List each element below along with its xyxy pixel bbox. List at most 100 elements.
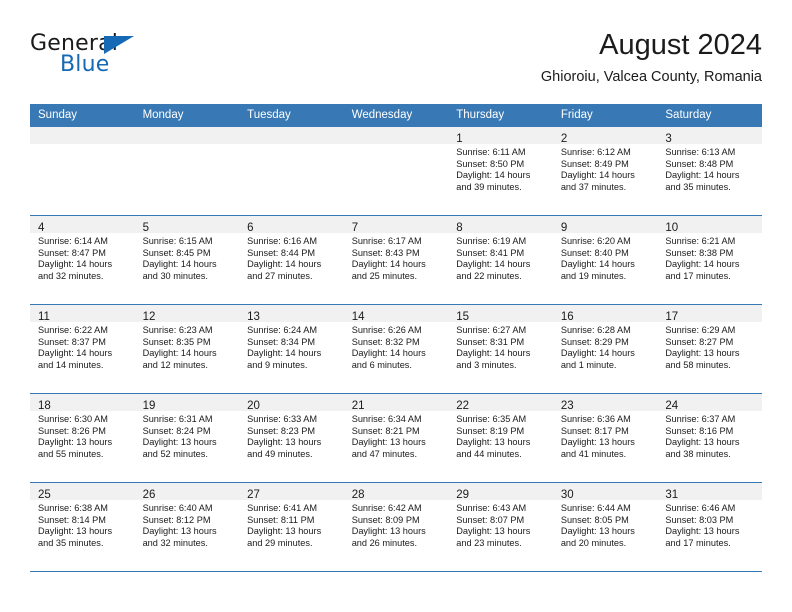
day-details: Sunrise: 6:19 AM Sunset: 8:41 PM Daylight:…: [448, 233, 553, 282]
day-number: 22: [456, 400, 470, 412]
daylight-text: Daylight: 13 hours and 49 minutes.: [247, 437, 322, 459]
calendar-day-cell[interactable]: 22 Sunrise: 6:35 AM Sunset: 8:19 PM Dayligh…: [448, 393, 553, 483]
calendar-day-cell[interactable]: 29 Sunrise: 6:43 AM Sunset: 8:07 PM Dayligh…: [448, 482, 553, 572]
calendar-week-row: 18 Sunrise: 6:30 AM Sunset: 8:26 PM Dayligh…: [30, 393, 762, 483]
calendar-day-cell[interactable]: 12 Sunrise: 6:23 AM Sunset: 8:35 PM Dayligh…: [134, 304, 240, 394]
sunset-text: Sunset: 8:45 PM: [142, 247, 211, 258]
sunset-text: Sunset: 8:48 PM: [665, 158, 734, 169]
day-number-band: 17: [657, 305, 762, 323]
day-cell-inner: 28 Sunrise: 6:42 AM Sunset: 8:09 PM Dayligh…: [343, 483, 449, 571]
day-details: Sunrise: 6:38 AM Sunset: 8:14 PM Daylight:…: [30, 500, 135, 549]
daylight-text: Daylight: 14 hours and 19 minutes.: [560, 259, 635, 281]
calendar-day-cell[interactable]: 2 Sunrise: 6:12 AM Sunset: 8:49 PM Daylight…: [552, 126, 658, 216]
general-blue-logo[interactable]: General Blue: [30, 32, 150, 80]
sunset-text: Sunset: 8:05 PM: [560, 514, 629, 525]
day-cell-inner: 31 Sunrise: 6:46 AM Sunset: 8:03 PM Dayligh…: [657, 483, 762, 571]
calendar-day-cell[interactable]: 24 Sunrise: 6:37 AM Sunset: 8:16 PM Dayligh…: [657, 393, 762, 483]
day-cell-inner: 27 Sunrise: 6:41 AM Sunset: 8:11 PM Dayligh…: [239, 483, 344, 571]
calendar-header-row: Sunday Monday Tuesday Wednesday Thursday…: [30, 104, 762, 127]
day-cell-inner: 21 Sunrise: 6:34 AM Sunset: 8:21 PM Dayligh…: [343, 394, 449, 482]
day-cell-inner: 19 Sunrise: 6:31 AM Sunset: 8:24 PM Dayligh…: [134, 394, 240, 482]
calendar-day-cell[interactable]: 23 Sunrise: 6:36 AM Sunset: 8:17 PM Dayligh…: [552, 393, 658, 483]
day-number: 26: [142, 489, 156, 501]
day-number-band: 24: [657, 394, 762, 412]
sunrise-text: Sunrise: 6:42 AM: [351, 503, 422, 513]
day-cell-inner: 30 Sunrise: 6:44 AM Sunset: 8:05 PM Dayligh…: [552, 483, 658, 571]
sunrise-text: Sunrise: 6:24 AM: [247, 325, 318, 335]
calendar-day-cell[interactable]: 19 Sunrise: 6:31 AM Sunset: 8:24 PM Dayligh…: [134, 393, 240, 483]
day-number-band: 30: [552, 483, 658, 501]
day-details: Sunrise: 6:20 AM Sunset: 8:40 PM Daylight:…: [553, 233, 658, 282]
calendar-day-cell[interactable]: 16 Sunrise: 6:28 AM Sunset: 8:29 PM Dayligh…: [552, 304, 658, 394]
day-number-band: [239, 127, 344, 144]
day-number-band: 20: [239, 394, 344, 412]
calendar-day-cell[interactable]: 25 Sunrise: 6:38 AM Sunset: 8:14 PM Dayligh…: [30, 482, 135, 572]
calendar-day-cell[interactable]: 7 Sunrise: 6:17 AM Sunset: 8:43 PM Daylight…: [343, 215, 449, 305]
calendar-day-cell[interactable]: 5 Sunrise: 6:15 AM Sunset: 8:45 PM Daylight…: [134, 215, 240, 305]
calendar-empty-cell: [134, 126, 240, 216]
sunset-text: Sunset: 8:40 PM: [560, 247, 629, 258]
calendar-day-cell[interactable]: 14 Sunrise: 6:26 AM Sunset: 8:32 PM Dayligh…: [343, 304, 449, 394]
calendar-day-cell[interactable]: 3 Sunrise: 6:13 AM Sunset: 8:48 PM Daylight…: [657, 126, 762, 216]
calendar-day-cell[interactable]: 11 Sunrise: 6:22 AM Sunset: 8:37 PM Dayligh…: [30, 304, 135, 394]
day-details: Sunrise: 6:37 AM Sunset: 8:16 PM Daylight:…: [657, 411, 762, 460]
sunset-text: Sunset: 8:17 PM: [560, 425, 629, 436]
daylight-text: Daylight: 14 hours and 39 minutes.: [456, 170, 531, 192]
calendar-body: 1 Sunrise: 6:11 AM Sunset: 8:50 PM Daylight…: [30, 126, 762, 572]
daylight-text: Daylight: 14 hours and 35 minutes.: [665, 170, 740, 192]
day-cell-inner: [343, 127, 449, 215]
calendar-day-cell[interactable]: 28 Sunrise: 6:42 AM Sunset: 8:09 PM Dayligh…: [343, 482, 449, 572]
calendar-day-cell[interactable]: 10 Sunrise: 6:21 AM Sunset: 8:38 PM Dayligh…: [657, 215, 762, 305]
calendar-day-cell[interactable]: 31 Sunrise: 6:46 AM Sunset: 8:03 PM Dayligh…: [657, 482, 762, 572]
sunset-text: Sunset: 8:23 PM: [247, 425, 316, 436]
daylight-text: Daylight: 14 hours and 3 minutes.: [456, 348, 531, 370]
daylight-text: Daylight: 14 hours and 25 minutes.: [351, 259, 426, 281]
weekday-header-wednesday: Wednesday: [343, 104, 449, 127]
calendar-day-cell[interactable]: 13 Sunrise: 6:24 AM Sunset: 8:34 PM Dayligh…: [239, 304, 344, 394]
calendar-day-cell[interactable]: 1 Sunrise: 6:11 AM Sunset: 8:50 PM Daylight…: [448, 126, 553, 216]
sunrise-text: Sunrise: 6:29 AM: [665, 325, 736, 335]
day-cell-inner: 4 Sunrise: 6:14 AM Sunset: 8:47 PM Daylight…: [30, 216, 135, 304]
day-number: 23: [560, 400, 574, 412]
day-cell-inner: 7 Sunrise: 6:17 AM Sunset: 8:43 PM Daylight…: [343, 216, 449, 304]
daylight-text: Daylight: 13 hours and 52 minutes.: [142, 437, 217, 459]
weekday-header-thursday: Thursday: [448, 104, 553, 127]
calendar-day-cell[interactable]: 6 Sunrise: 6:16 AM Sunset: 8:44 PM Daylight…: [239, 215, 344, 305]
day-cell-inner: 15 Sunrise: 6:27 AM Sunset: 8:31 PM Dayligh…: [448, 305, 553, 393]
day-cell-inner: 14 Sunrise: 6:26 AM Sunset: 8:32 PM Dayligh…: [343, 305, 449, 393]
calendar-day-cell[interactable]: 4 Sunrise: 6:14 AM Sunset: 8:47 PM Daylight…: [30, 215, 135, 305]
day-details: Sunrise: 6:29 AM Sunset: 8:27 PM Daylight:…: [657, 322, 762, 371]
day-number: 13: [247, 311, 260, 323]
daylight-text: Daylight: 14 hours and 9 minutes.: [247, 348, 322, 370]
calendar-week-row: 4 Sunrise: 6:14 AM Sunset: 8:47 PM Daylight…: [30, 215, 762, 305]
sunrise-text: Sunrise: 6:30 AM: [38, 414, 108, 424]
calendar-day-cell[interactable]: 30 Sunrise: 6:44 AM Sunset: 8:05 PM Dayligh…: [552, 482, 658, 572]
day-number-band: 16: [552, 305, 658, 323]
day-details: Sunrise: 6:27 AM Sunset: 8:31 PM Daylight:…: [448, 322, 553, 371]
day-number-band: 7: [343, 216, 449, 234]
daylight-text: Daylight: 13 hours and 41 minutes.: [560, 437, 635, 459]
day-cell-inner: [134, 127, 240, 215]
day-cell-inner: 13 Sunrise: 6:24 AM Sunset: 8:34 PM Dayligh…: [239, 305, 344, 393]
calendar-day-cell[interactable]: 15 Sunrise: 6:27 AM Sunset: 8:31 PM Dayligh…: [448, 304, 553, 394]
calendar-day-cell[interactable]: 17 Sunrise: 6:29 AM Sunset: 8:27 PM Dayligh…: [657, 304, 762, 394]
calendar-day-cell[interactable]: 27 Sunrise: 6:41 AM Sunset: 8:11 PM Dayligh…: [239, 482, 344, 572]
calendar-day-cell[interactable]: 8 Sunrise: 6:19 AM Sunset: 8:41 PM Daylight…: [448, 215, 553, 305]
calendar-day-cell[interactable]: 9 Sunrise: 6:20 AM Sunset: 8:40 PM Daylight…: [552, 215, 658, 305]
calendar-day-cell[interactable]: 20 Sunrise: 6:33 AM Sunset: 8:23 PM Dayligh…: [239, 393, 344, 483]
sunrise-text: Sunrise: 6:17 AM: [351, 236, 422, 246]
calendar-day-cell[interactable]: 26 Sunrise: 6:40 AM Sunset: 8:12 PM Dayligh…: [134, 482, 240, 572]
sunrise-text: Sunrise: 6:15 AM: [142, 236, 213, 246]
page-subtitle: Ghioroiu, Valcea County, Romania: [540, 69, 762, 85]
calendar-empty-cell: [239, 126, 344, 216]
day-number: 29: [456, 489, 470, 501]
daylight-text: Daylight: 14 hours and 12 minutes.: [142, 348, 217, 370]
sunrise-text: Sunrise: 6:16 AM: [247, 236, 318, 246]
day-details: Sunrise: 6:44 AM Sunset: 8:05 PM Daylight:…: [553, 500, 658, 549]
calendar-day-cell[interactable]: 18 Sunrise: 6:30 AM Sunset: 8:26 PM Dayligh…: [30, 393, 135, 483]
calendar-day-cell[interactable]: 21 Sunrise: 6:34 AM Sunset: 8:21 PM Dayligh…: [343, 393, 449, 483]
day-number-band: 10: [657, 216, 762, 234]
day-number-band: 12: [134, 305, 240, 323]
daylight-text: Daylight: 13 hours and 35 minutes.: [38, 526, 113, 548]
sunrise-text: Sunrise: 6:13 AM: [665, 147, 736, 157]
